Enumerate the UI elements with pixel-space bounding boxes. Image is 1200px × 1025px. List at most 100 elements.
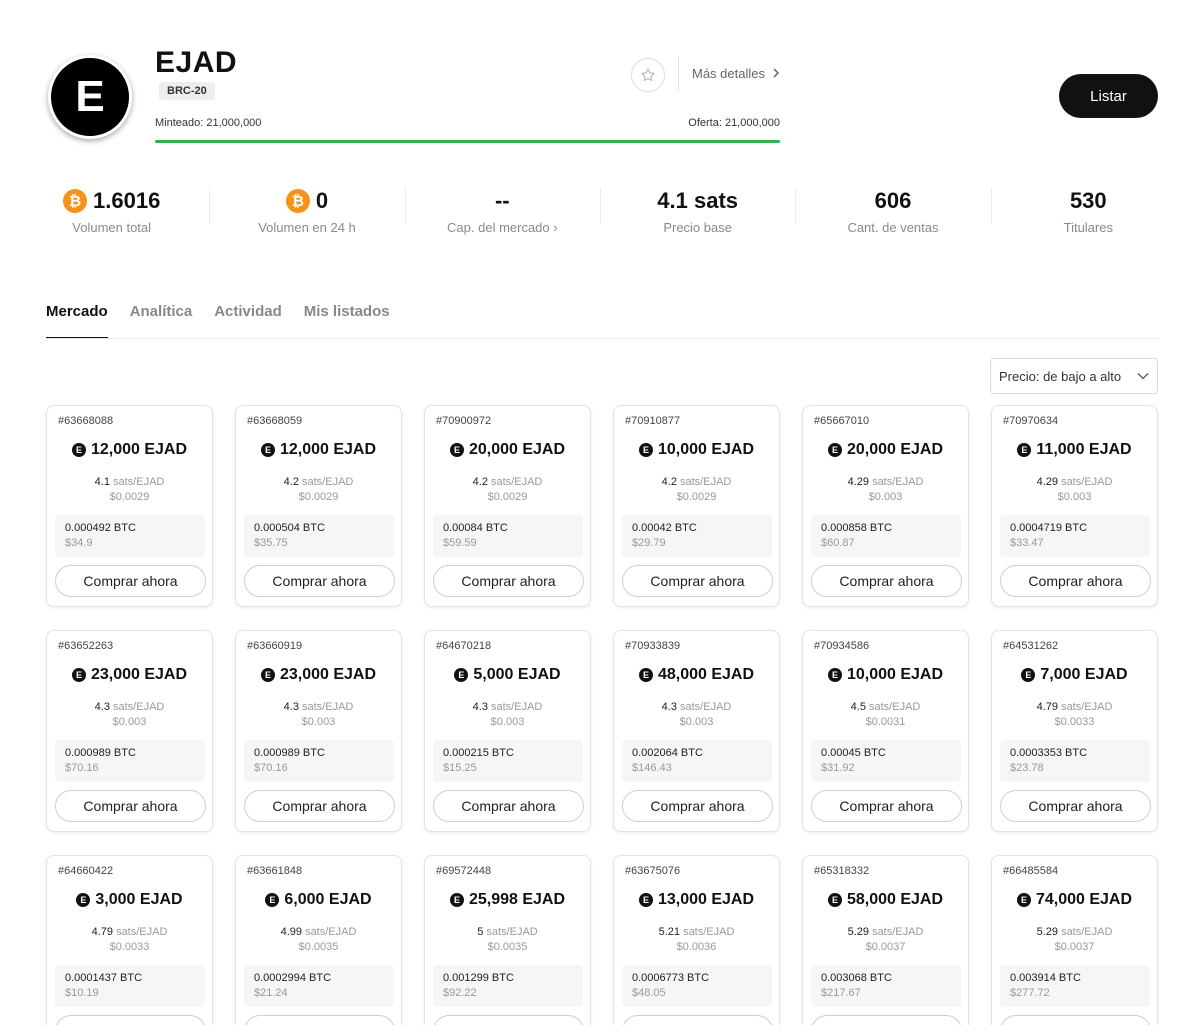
listing-rate-value: 5.29 bbox=[847, 926, 869, 938]
supply-label: Oferta: 21,000,000 bbox=[688, 117, 780, 129]
collection-header: E EJAD BRC-20 Más detalles Listar Mintea… bbox=[0, 0, 1200, 160]
listing-unit-price: 4.79 sats/EJAD bbox=[47, 926, 212, 938]
listing-rate-unit: sats/EJAD bbox=[1061, 926, 1113, 938]
listing-total-usd: $35.75 bbox=[254, 537, 288, 549]
listing-grid: #63668088 E 12,000 EJAD 4.1 sats/EJAD $0.002… bbox=[46, 405, 1158, 1025]
listing-total-btc: 0.0004719 BTC bbox=[1010, 522, 1088, 534]
token-standard-badge: BRC-20 bbox=[159, 82, 215, 100]
tab-analtica[interactable]: Analítica bbox=[130, 302, 193, 339]
listing-total-usd: $21.24 bbox=[254, 987, 288, 999]
listing-rate-unit: sats/EJAD bbox=[305, 926, 357, 938]
tab-mercado[interactable]: Mercado bbox=[46, 302, 108, 339]
listing-card: #63675076 E 13,000 EJAD 5.21 sats/EJAD $0.00… bbox=[613, 855, 780, 1025]
buy-now-button[interactable]: Comprar ahora bbox=[811, 565, 962, 597]
listing-rate-value: 4.79 bbox=[1036, 701, 1058, 713]
listing-amount-text: 11,000 EJAD bbox=[1036, 441, 1132, 458]
listing-card: #70933839 E 48,000 EJAD 4.3 sats/EJAD $0.003… bbox=[613, 630, 780, 832]
listing-amount-text: 23,000 EJAD bbox=[279, 666, 377, 683]
token-coin-icon: E bbox=[827, 443, 842, 457]
listing-total-btc: 0.00084 BTC bbox=[443, 522, 508, 534]
buy-now-button[interactable]: Comprar ahora bbox=[622, 565, 773, 597]
token-coin-icon: E bbox=[638, 668, 653, 682]
listing-amount: E 13,000 EJAD bbox=[614, 891, 779, 909]
stat-value-text: 1.6016 bbox=[93, 188, 161, 213]
tab-actividad[interactable]: Actividad bbox=[214, 302, 282, 339]
buy-now-button[interactable]: Comprar ahora bbox=[811, 790, 962, 822]
listing-unit-price-usd: $0.0029 bbox=[109, 491, 150, 503]
stat-value-text: 0 bbox=[315, 188, 329, 213]
stat-value-text: 606 bbox=[874, 188, 912, 213]
listing-amount-text: 5,000 EJAD bbox=[473, 666, 561, 683]
buy-now-button[interactable]: Comprar ahora bbox=[55, 565, 206, 597]
stat-value-text: 4.1 sats bbox=[657, 188, 739, 213]
listing-total-btc: 0.0001437 BTC bbox=[65, 972, 143, 984]
listing-total-usd: $33.47 bbox=[1010, 537, 1044, 549]
listing-amount: E 5,000 EJAD bbox=[425, 666, 590, 684]
listing-amount: E 25,998 EJAD bbox=[425, 891, 590, 909]
listing-card: #64531262 E 7,000 EJAD 4.79 sats/EJAD $0.003… bbox=[991, 630, 1158, 832]
listing-total-btc: 0.003914 BTC bbox=[1010, 972, 1081, 984]
listing-amount-text: 25,998 EJAD bbox=[468, 891, 566, 908]
list-button[interactable]: Listar bbox=[1059, 74, 1158, 118]
buy-now-button[interactable]: Comprar ahora bbox=[811, 1015, 962, 1025]
listing-unit-price: 5.29 sats/EJAD bbox=[803, 926, 968, 938]
listing-unit-price: 4.5 sats/EJAD bbox=[803, 701, 968, 713]
listing-total-price: 0.003068 BTC $217.67 bbox=[811, 965, 961, 1007]
buy-now-button[interactable]: Comprar ahora bbox=[55, 790, 206, 822]
favorite-button[interactable] bbox=[631, 58, 665, 92]
listing-unit-price: 4.3 sats/EJAD bbox=[47, 701, 212, 713]
listing-unit-price-usd: $0.0037 bbox=[865, 941, 906, 953]
listing-card: #63652263 E 23,000 EJAD 4.3 sats/EJAD $0.003… bbox=[46, 630, 213, 832]
buy-now-button[interactable]: Comprar ahora bbox=[244, 565, 395, 597]
buy-now-button[interactable]: Comprar ahora bbox=[1000, 790, 1151, 822]
token-coin-icon: E bbox=[1017, 443, 1032, 457]
stat-item: ₿ 0 Volumen en 24 h bbox=[209, 186, 404, 240]
listing-card: #63668088 E 12,000 EJAD 4.1 sats/EJAD $0.002… bbox=[46, 405, 213, 607]
tab-bar: Mercado Analítica Actividad Mis listados bbox=[46, 302, 390, 340]
listing-inscription-id: #64660422 bbox=[58, 865, 114, 877]
listing-unit-price: 4.3 sats/EJAD bbox=[614, 701, 779, 713]
listing-rate-unit: sats/EJAD bbox=[872, 926, 924, 938]
buy-now-button[interactable]: Comprar ahora bbox=[433, 790, 584, 822]
stat-label-text: Cap. del mercado bbox=[447, 220, 550, 235]
buy-now-button[interactable]: Comprar ahora bbox=[1000, 565, 1151, 597]
buy-now-button[interactable]: Comprar ahora bbox=[433, 565, 584, 597]
buy-now-button[interactable]: Comprar ahora bbox=[55, 1015, 206, 1025]
listing-amount: E 48,000 EJAD bbox=[614, 666, 779, 684]
listing-card: #66485584 E 74,000 EJAD 5.29 sats/EJAD $0.00… bbox=[991, 855, 1158, 1025]
stat-label[interactable]: Cap. del mercado › bbox=[405, 220, 600, 235]
listing-total-usd: $10.19 bbox=[65, 987, 99, 999]
listing-unit-price: 4.3 sats/EJAD bbox=[236, 701, 401, 713]
stat-label-text: Titulares bbox=[1063, 220, 1113, 235]
buy-now-button[interactable]: Comprar ahora bbox=[244, 790, 395, 822]
listing-rate-unit: sats/EJAD bbox=[869, 701, 921, 713]
buy-now-button[interactable]: Comprar ahora bbox=[1000, 1015, 1151, 1025]
listing-total-usd: $34.9 bbox=[65, 537, 93, 549]
more-details-link[interactable]: Más detalles bbox=[692, 66, 780, 81]
buy-now-button[interactable]: Comprar ahora bbox=[244, 1015, 395, 1025]
listing-card: #63661848 E 6,000 EJAD 4.99 sats/EJAD $0.003… bbox=[235, 855, 402, 1025]
listing-amount: E 3,000 EJAD bbox=[47, 891, 212, 909]
mint-progress-bar bbox=[155, 140, 780, 143]
buy-now-button[interactable]: Comprar ahora bbox=[622, 790, 773, 822]
listing-amount: E 11,000 EJAD bbox=[992, 441, 1157, 459]
listing-total-price: 0.0001437 BTC $10.19 bbox=[55, 965, 205, 1007]
listing-rate-value: 4.2 bbox=[283, 476, 299, 488]
listing-total-btc: 0.000858 BTC bbox=[821, 522, 892, 534]
stat-item: 4.1 sats Precio base bbox=[599, 186, 795, 240]
listing-total-usd: $217.67 bbox=[821, 987, 861, 999]
listing-total-price: 0.0004719 BTC $33.47 bbox=[1000, 515, 1150, 557]
buy-now-button[interactable]: Comprar ahora bbox=[433, 1015, 584, 1025]
listing-unit-price-usd: $0.003 bbox=[1057, 491, 1092, 503]
stat-item: 530 Titulares bbox=[990, 186, 1186, 240]
listing-rate-value: 4.1 bbox=[94, 476, 110, 488]
listing-card: #63660919 E 23,000 EJAD 4.3 sats/EJAD $0.003… bbox=[235, 630, 402, 832]
token-logo: E bbox=[48, 55, 132, 139]
listing-amount: E 20,000 EJAD bbox=[803, 441, 968, 459]
chevron-down-icon bbox=[1137, 373, 1149, 380]
sort-select[interactable]: Precio: de bajo a alto bbox=[990, 358, 1158, 394]
buy-now-button[interactable]: Comprar ahora bbox=[622, 1015, 773, 1025]
listing-card: #70970634 E 11,000 EJAD 4.29 sats/EJAD $0.00… bbox=[991, 405, 1158, 607]
tab-mis-listados[interactable]: Mis listados bbox=[304, 302, 390, 339]
listing-inscription-id: #70970634 bbox=[1003, 415, 1059, 427]
